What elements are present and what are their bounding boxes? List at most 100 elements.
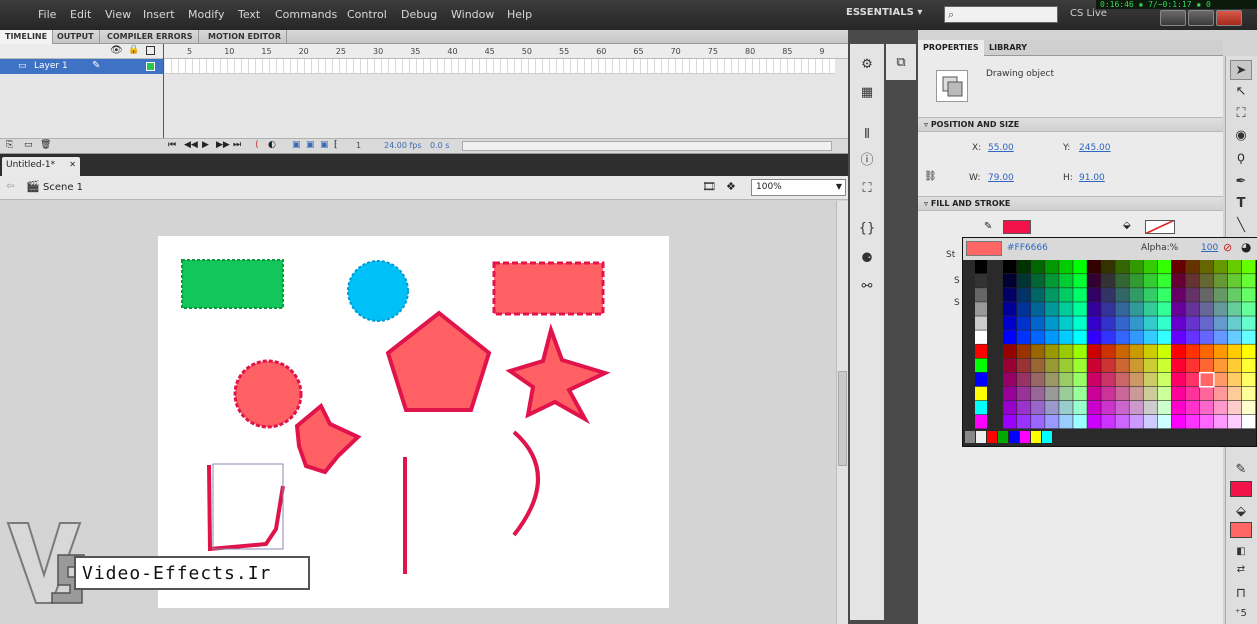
color-cell[interactable] <box>1185 400 1200 415</box>
stage-vscrollbar[interactable] <box>836 201 848 624</box>
color-cell[interactable] <box>1003 386 1017 401</box>
color-cell[interactable] <box>1059 358 1073 373</box>
go-last-frame-icon[interactable]: ⏭ <box>233 140 241 150</box>
color-cell[interactable] <box>1227 330 1242 344</box>
color-cell[interactable] <box>1031 414 1045 429</box>
minimize-button[interactable] <box>1160 10 1186 26</box>
color-cell[interactable] <box>1059 330 1073 344</box>
color-cell[interactable] <box>1199 400 1214 415</box>
color-cell[interactable] <box>1185 302 1200 316</box>
color-cell[interactable] <box>1045 288 1059 302</box>
tab-motion-editor[interactable]: MOTION EDITOR <box>203 30 287 44</box>
delete-layer-icon[interactable]: 🗑 <box>40 140 51 150</box>
color-cell[interactable] <box>1087 302 1101 316</box>
fill-color-swatch[interactable] <box>1145 220 1175 234</box>
color-cell[interactable] <box>1045 358 1059 373</box>
color-cell[interactable] <box>1101 260 1115 274</box>
menu-control[interactable]: Control <box>347 8 387 21</box>
basic-color-cell[interactable] <box>975 400 987 415</box>
color-cell[interactable] <box>1199 302 1214 316</box>
y-value[interactable]: 245.00 <box>1079 143 1111 153</box>
color-cell[interactable] <box>1143 260 1158 274</box>
color-cell[interactable] <box>1227 372 1242 387</box>
x-value[interactable]: 55.00 <box>988 143 1014 153</box>
color-cell[interactable] <box>1087 400 1101 415</box>
color-cell[interactable] <box>1087 344 1101 358</box>
color-cell[interactable] <box>1101 288 1115 302</box>
color-cell[interactable] <box>1171 386 1186 401</box>
cyan-circle[interactable] <box>347 260 409 322</box>
color-cell[interactable] <box>1045 400 1059 415</box>
color-cell[interactable] <box>1227 358 1242 373</box>
menu-insert[interactable]: Insert <box>143 8 175 21</box>
web-safe-color-grid[interactable] <box>1003 260 1256 429</box>
color-cell[interactable] <box>1059 400 1073 415</box>
tab-properties[interactable]: PROPERTIES <box>918 40 984 56</box>
dashed-rectangle[interactable] <box>492 261 605 316</box>
gradient-chip[interactable] <box>987 431 997 443</box>
lock-proportions-icon[interactable]: ⛓ <box>924 171 937 182</box>
color-cell[interactable] <box>1059 302 1073 316</box>
color-cell[interactable] <box>1143 358 1158 373</box>
color-cell[interactable] <box>1031 372 1045 387</box>
color-cell[interactable] <box>1143 288 1158 302</box>
color-cell[interactable] <box>1031 386 1045 401</box>
color-cell[interactable] <box>1213 302 1228 316</box>
color-cell[interactable] <box>1143 344 1158 358</box>
color-cell[interactable] <box>1199 344 1214 358</box>
color-cell[interactable] <box>1073 344 1087 358</box>
color-cell[interactable] <box>1129 400 1143 415</box>
snap-magnet-icon[interactable]: ⊓ <box>1230 584 1252 604</box>
color-cell[interactable] <box>1087 260 1101 274</box>
color-cell[interactable] <box>1129 288 1143 302</box>
color-cell[interactable] <box>1227 274 1242 288</box>
color-cell[interactable] <box>1087 274 1101 288</box>
menu-debug[interactable]: Debug <box>401 8 437 21</box>
color-cell[interactable] <box>1073 316 1087 330</box>
color-cell[interactable] <box>1213 414 1228 429</box>
back-arrow-icon[interactable]: ⇦ <box>6 181 14 192</box>
color-cell[interactable] <box>1143 386 1158 401</box>
color-cell[interactable] <box>1031 316 1045 330</box>
color-cell[interactable] <box>1031 344 1045 358</box>
color-cell[interactable] <box>1073 274 1087 288</box>
tab-output[interactable]: OUTPUT <box>52 30 100 44</box>
color-cell[interactable] <box>1171 316 1186 330</box>
color-cell[interactable] <box>1115 302 1129 316</box>
basic-color-cell[interactable] <box>975 344 987 358</box>
scroll-thumb[interactable] <box>838 371 847 466</box>
color-cell[interactable] <box>1199 288 1214 302</box>
basic-color-cell[interactable] <box>975 316 987 330</box>
color-cell[interactable] <box>1213 316 1228 330</box>
scene-label[interactable]: Scene 1 <box>43 182 83 193</box>
smooth-icon[interactable]: ⁺5 <box>1230 604 1252 624</box>
color-cell[interactable] <box>1185 358 1200 373</box>
color-cell[interactable] <box>1101 414 1115 429</box>
layer-row[interactable]: ▭ Layer 1 ✎ <box>0 59 848 74</box>
color-cell[interactable] <box>1101 330 1115 344</box>
color-cell[interactable] <box>1157 316 1172 330</box>
gradient-chip[interactable] <box>1042 431 1052 443</box>
3d-rotation-tool-icon[interactable]: ◉ <box>1230 126 1252 146</box>
color-cell[interactable] <box>1157 274 1172 288</box>
color-cell[interactable] <box>1017 400 1031 415</box>
color-cell[interactable] <box>1115 288 1129 302</box>
star[interactable] <box>505 323 611 425</box>
color-cell[interactable] <box>1199 316 1214 330</box>
play-icon[interactable]: ▶ <box>202 140 209 150</box>
color-cell[interactable] <box>1241 316 1256 330</box>
color-cell[interactable] <box>1045 302 1059 316</box>
color-cell[interactable] <box>1129 386 1143 401</box>
code-snippets-icon[interactable]: {} <box>857 220 877 238</box>
stroke-color-chip[interactable] <box>1230 481 1252 497</box>
workspace-switcher[interactable]: ESSENTIALS ▾ <box>846 7 922 18</box>
color-cell[interactable] <box>1241 302 1256 316</box>
arc-line[interactable] <box>512 430 540 537</box>
color-cell[interactable] <box>1227 302 1242 316</box>
color-cell[interactable] <box>1213 358 1228 373</box>
color-cell[interactable] <box>1115 260 1129 274</box>
menu-window[interactable]: Window <box>451 8 494 21</box>
maximize-button[interactable] <box>1188 10 1214 26</box>
color-cell[interactable] <box>1115 372 1129 387</box>
menu-help[interactable]: Help <box>507 8 532 21</box>
